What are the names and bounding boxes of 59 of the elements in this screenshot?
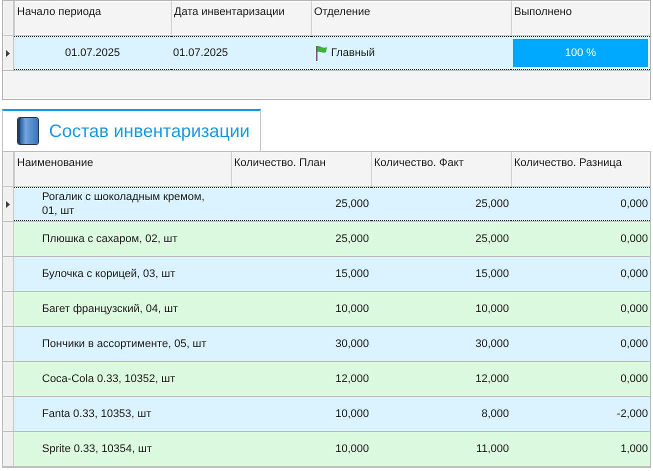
row-header[interactable] [3, 187, 14, 221]
table-cell-text: 25,000 [474, 232, 510, 247]
column-header[interactable]: Количество. План [231, 152, 371, 186]
table-cell-text: 10,000 [334, 302, 370, 317]
table-cell: Главный [331, 47, 375, 59]
table-cell-text: Fanta 0.33, 10353, шт [41, 406, 152, 422]
table-cell-text: Плюшка с сахаром, 02, шт [41, 232, 178, 247]
table-cell-text: 10,000 [334, 407, 370, 422]
table-cell-text: 8,000 [480, 407, 510, 422]
book-icon [17, 117, 39, 145]
table-cell-text: 1,000 [619, 442, 649, 457]
column-header[interactable]: Дата инвентаризации [171, 1, 311, 35]
table-cell-text: 10,000 [334, 442, 370, 457]
table-cell: 01.07.2025 [14, 36, 171, 70]
current-row-icon [6, 200, 10, 208]
table-cell-text: 15,000 [474, 267, 510, 282]
table-cell: 0,000 [511, 187, 650, 221]
table-cell-text: 0,000 [619, 232, 649, 247]
current-row-icon [6, 50, 10, 56]
table-row[interactable]: Coca-Cola 0.33, 10352, шт 12,000 12,000 0,000 [3, 362, 650, 397]
table-cell-text: 30,000 [474, 337, 510, 352]
table-row[interactable]: Булочка с корицей, 03, шт 15,000 15,000 0,000 [3, 257, 650, 292]
column-header[interactable]: Начало периода [14, 1, 171, 35]
table-cell-text: 0,000 [619, 267, 649, 282]
table-cell-text: 11,000 [475, 442, 510, 457]
column-header[interactable]: Количество. Факт [371, 152, 511, 186]
table-cell-text: -2,000 [616, 407, 649, 422]
table-cell: Рогалик с шоколадным кремом, 01, шт [14, 187, 231, 221]
row-header[interactable] [3, 36, 14, 70]
table-cell-text: 0,000 [619, 302, 649, 317]
table-cell-text: Багет французский, 04, шт [41, 302, 179, 317]
table-row[interactable]: Плюшка с сахаром, 02, шт 25,000 25,000 0,000 [3, 222, 650, 257]
table-row[interactable]: Пончики в ассортименте, 05, шт 30,000 30,000 0,000 [3, 327, 650, 362]
table-cell-text: 25,000 [334, 232, 370, 247]
table-cell-text: 10,000 [474, 302, 510, 317]
table-cell-text: 15,000 [334, 267, 370, 282]
table-cell: 25,000 [231, 187, 371, 221]
table-row[interactable]: Рогалик с шоколадным кремом, 01, шт 25,000 25,000 0,000 [3, 187, 650, 222]
table-cell-text: 12,000 [334, 372, 370, 387]
table-cell-text: Булочка с корицей, 03, шт [41, 266, 176, 282]
progress-reading: 100 % [564, 47, 596, 59]
table-row[interactable]: Sprite 0.33, 10354, шт 10,000 11,000 1,000 [3, 432, 650, 467]
table-cell-text: 0,000 [619, 337, 649, 352]
table-row[interactable]: 01.07.2025 01.07.2025 Главный 100 % [3, 36, 650, 71]
table-cell: 01.07.2025 [171, 36, 311, 70]
table-cell: 25,000 [371, 187, 511, 221]
table-cell-text: 12,000 [474, 372, 510, 387]
column-header[interactable]: Количество. Разница [511, 152, 650, 186]
flag-icon [315, 45, 327, 61]
table-cell-text: Coca-Cola 0.33, 10352, шт [41, 372, 176, 387]
column-header[interactable]: Отделение [311, 1, 511, 35]
table-row[interactable]: Багет французский, 04, шт 10,000 10,000 0,000 [3, 292, 650, 327]
column-header[interactable]: Наименование [14, 152, 231, 186]
table-cell-text: Пончики в ассортименте, 05, шт [41, 336, 208, 352]
table-cell-text: Sprite 0.33, 10354, шт [41, 442, 153, 457]
table-cell-text: 0,000 [619, 372, 649, 387]
column-header[interactable]: Выполнено [511, 1, 650, 35]
table-row[interactable]: Fanta 0.33, 10353, шт 10,000 8,000 -2,000 [3, 397, 650, 432]
table-cell-text: 30,000 [334, 337, 370, 352]
